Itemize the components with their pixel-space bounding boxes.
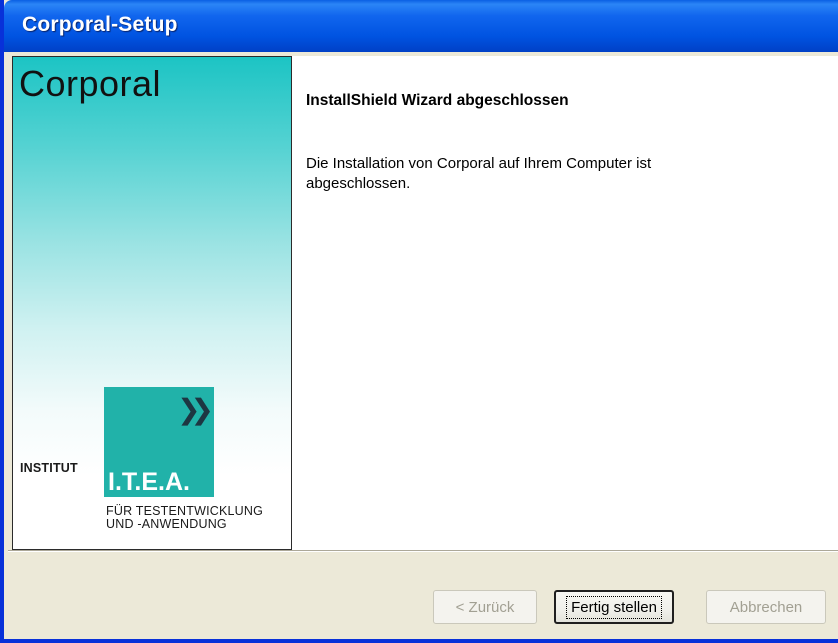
title-bar[interactable]: Corporal-Setup [4,0,838,52]
finish-button[interactable]: Fertig stellen [554,590,674,624]
product-name: Corporal [19,63,162,104]
finish-button-label: Fertig stellen [566,595,662,619]
wizard-heading: InstallShield Wizard abgeschlossen [306,92,569,109]
logo-institut-label: INSTITUT [20,461,78,475]
double-chevron-right-icon: ❯❯ [177,393,214,426]
back-button-label: < Zurück [455,598,515,616]
logo-subtitle: FÜR TESTENTWICKLUNG UND -ANWENDUNG [106,504,264,531]
window-title: Corporal-Setup [22,13,178,36]
logo-abbreviation: I.T.E.A. [108,468,190,496]
cancel-button-label: Abbrechen [729,598,803,616]
content-panel: InstallShield Wizard abgeschlossen Die I… [292,56,838,550]
setup-window: Corporal-Setup Corporal ❯❯ I.T.E.A. INST… [0,0,838,643]
side-banner: Corporal ❯❯ I.T.E.A. INSTITUT FÜR TESTEN… [12,56,292,550]
completion-message: Die Installation von Corporal auf Ihrem … [306,155,652,192]
divider-highlight [8,551,838,552]
dialog-client-area: Corporal ❯❯ I.T.E.A. INSTITUT FÜR TESTEN… [8,52,838,639]
cancel-button[interactable]: Abbrechen [706,590,826,624]
back-button[interactable]: < Zurück [433,590,537,624]
itea-logo: ❯❯ I.T.E.A. [104,387,214,497]
